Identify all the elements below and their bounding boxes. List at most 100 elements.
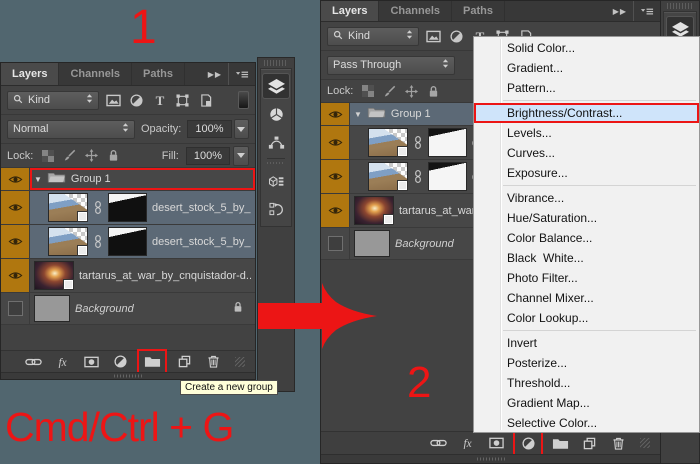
menu-item-brightness-contrast[interactable]: Brightness/Contrast...	[474, 103, 699, 123]
panel-scroll-strip[interactable]	[1, 372, 255, 379]
opacity-value[interactable]: 100%	[187, 120, 231, 138]
paths-panel-icon[interactable]	[262, 129, 290, 155]
visibility-checkbox[interactable]	[8, 301, 23, 316]
panel-menu-icon[interactable]	[229, 63, 255, 85]
layer-effects-icon[interactable]: fx	[456, 435, 478, 452]
lock-transparency-icon[interactable]	[40, 148, 55, 163]
layer-thumbnail[interactable]	[354, 230, 390, 257]
lock-all-icon[interactable]	[106, 148, 121, 163]
new-group-icon[interactable]	[141, 353, 163, 370]
delete-layer-icon[interactable]	[607, 435, 629, 452]
filter-toggle-icon[interactable]	[238, 91, 249, 109]
menu-item-vibrance[interactable]: Vibrance...	[474, 188, 699, 208]
menu-item-exposure[interactable]: Exposure...	[474, 163, 699, 183]
history-panel-icon[interactable]	[262, 196, 290, 222]
opacity-dropdown-button[interactable]	[234, 119, 250, 139]
layer-row-group-1[interactable]: ▼Group 1	[1, 168, 255, 191]
expand-caret-icon[interactable]: ▼	[354, 110, 362, 119]
new-group-icon[interactable]	[549, 435, 571, 452]
visibility-toggle[interactable]	[321, 228, 350, 259]
visibility-toggle[interactable]	[1, 168, 30, 190]
new-layer-icon[interactable]	[578, 435, 600, 452]
collapse-panel-icon[interactable]: ▶▶	[607, 1, 634, 21]
layer-row-content[interactable]: ▼Group 1	[30, 168, 255, 190]
layer-row-content[interactable]: desert_stock_5_by_h...	[30, 225, 255, 258]
delete-layer-icon[interactable]	[202, 353, 224, 370]
type-filter-icon[interactable]: T	[151, 92, 168, 109]
shape-filter-icon[interactable]	[174, 92, 191, 109]
dock-grip[interactable]	[264, 60, 288, 66]
visibility-toggle[interactable]	[1, 225, 30, 258]
expand-caret-icon[interactable]: ▼	[34, 175, 42, 184]
resize-grip-icon[interactable]	[640, 438, 650, 448]
layer-thumbnail[interactable]	[34, 261, 74, 290]
menu-item-selective-color[interactable]: Selective Color...	[474, 413, 699, 433]
color-sphere-icon[interactable]	[262, 101, 290, 127]
panel-scroll-strip[interactable]	[321, 454, 660, 463]
layer-thumbnail[interactable]	[34, 295, 70, 322]
tab-paths[interactable]: Paths	[452, 1, 505, 21]
tab-layers[interactable]: Layers	[321, 1, 379, 21]
tab-channels[interactable]: Channels	[379, 1, 452, 21]
menu-item-invert[interactable]: Invert	[474, 333, 699, 353]
new-layer-icon[interactable]	[173, 353, 195, 370]
mask-link-icon[interactable]	[93, 201, 103, 214]
layer-row-content[interactable]: Background	[30, 293, 255, 324]
pixel-layer-filter-icon[interactable]	[105, 92, 122, 109]
kind-filter-dropdown[interactable]: Kind	[327, 27, 419, 46]
mask-link-icon[interactable]	[93, 235, 103, 248]
layer-row-desert-stock-5-by-h[interactable]: desert_stock_5_by_h...	[1, 225, 255, 259]
lock-all-icon[interactable]	[426, 84, 441, 99]
layer-mask-thumbnail[interactable]	[108, 193, 147, 222]
menu-item-color-balance[interactable]: Color Balance...	[474, 228, 699, 248]
lock-position-icon[interactable]	[404, 84, 419, 99]
lock-position-icon[interactable]	[84, 148, 99, 163]
layer-row-desert-stock-5-by-h[interactable]: desert_stock_5_by_h...	[1, 191, 255, 225]
menu-item-posterize[interactable]: Posterize...	[474, 353, 699, 373]
menu-item-gradient[interactable]: Gradient...	[474, 58, 699, 78]
layer-mask-thumbnail[interactable]	[108, 227, 147, 256]
layer-row-content[interactable]: tartarus_at_war_by_cnquistador-d...	[30, 259, 255, 292]
menu-item-channel-mixer[interactable]: Channel Mixer...	[474, 288, 699, 308]
menu-item-solid-color[interactable]: Solid Color...	[474, 38, 699, 58]
link-layers-icon[interactable]	[22, 353, 44, 370]
layers-panel-icon[interactable]	[262, 73, 290, 99]
link-layers-icon[interactable]	[427, 435, 449, 452]
layer-thumbnail[interactable]	[354, 196, 394, 225]
smart-object-filter-icon[interactable]	[197, 92, 214, 109]
mask-link-icon[interactable]	[413, 136, 423, 149]
layer-row-tartarus-at-war-by-cnquistador-d[interactable]: tartarus_at_war_by_cnquistador-d...	[1, 259, 255, 293]
fill-dropdown-button[interactable]	[233, 146, 249, 166]
pixel-layer-filter-icon[interactable]	[425, 28, 442, 45]
kind-filter-dropdown[interactable]: Kind	[7, 91, 99, 110]
layer-thumbnail[interactable]	[368, 128, 408, 157]
visibility-toggle[interactable]	[1, 259, 30, 292]
layer-effects-icon[interactable]: fx	[51, 353, 73, 370]
panel-menu-icon[interactable]	[634, 1, 660, 21]
visibility-checkbox[interactable]	[328, 236, 343, 251]
adjustment-layer-icon[interactable]	[109, 353, 131, 370]
visibility-toggle[interactable]	[321, 194, 350, 227]
lock-brush-icon[interactable]	[62, 148, 77, 163]
mask-link-icon[interactable]	[413, 170, 423, 183]
visibility-toggle[interactable]	[321, 160, 350, 193]
collapse-panel-icon[interactable]: ▶▶	[202, 63, 229, 85]
menu-item-threshold[interactable]: Threshold...	[474, 373, 699, 393]
layer-row-content[interactable]: desert_stock_5_by_h...	[30, 191, 255, 224]
layer-thumbnail[interactable]	[368, 162, 408, 191]
tab-channels[interactable]: Channels	[59, 63, 132, 85]
lock-transparency-icon[interactable]	[360, 84, 375, 99]
layer-mask-thumbnail[interactable]	[428, 128, 467, 157]
lock-brush-icon[interactable]	[382, 84, 397, 99]
fill-value[interactable]: 100%	[186, 147, 230, 165]
menu-item-levels[interactable]: Levels...	[474, 123, 699, 143]
resize-grip-icon[interactable]	[235, 357, 245, 367]
layer-mask-thumbnail[interactable]	[428, 162, 467, 191]
menu-item-photo-filter[interactable]: Photo Filter...	[474, 268, 699, 288]
tab-paths[interactable]: Paths	[132, 63, 185, 85]
visibility-toggle[interactable]	[1, 293, 30, 324]
dock-grip[interactable]	[667, 3, 693, 9]
tab-layers[interactable]: Layers	[1, 63, 59, 85]
menu-item-color-lookup[interactable]: Color Lookup...	[474, 308, 699, 328]
adjustment-filter-icon[interactable]	[448, 28, 465, 45]
